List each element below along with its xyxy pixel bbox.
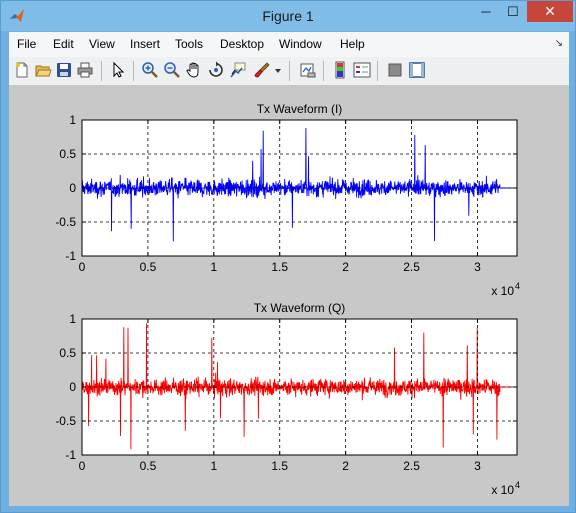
axes-i: 0 0.5 1 1.5 2 2.5 3 1 0.5 0 -0.5 -1 Tx Waveform (I) x… xyxy=(55,102,520,298)
pan-icon[interactable] xyxy=(185,61,203,79)
x-tick-label: 0.5 xyxy=(140,260,157,274)
x-exponent-label: x 10 xyxy=(491,284,514,298)
figure-toolbar xyxy=(9,57,569,86)
save-icon[interactable] xyxy=(55,61,73,79)
link-plot-icon[interactable] xyxy=(299,61,317,79)
x-tick-label: 2 xyxy=(342,260,349,274)
x-tick-label: 2.5 xyxy=(403,260,420,274)
y-tick-label: 1 xyxy=(69,312,76,326)
x-tick-label: 1.5 xyxy=(271,459,288,473)
x-tick-label: 0.5 xyxy=(140,459,157,473)
menu-insert[interactable]: Insert xyxy=(130,37,160,51)
close-button[interactable]: ✕ xyxy=(527,1,573,22)
x-exponent-superscript: 4 xyxy=(515,480,520,490)
show-plot-tools-icon[interactable] xyxy=(408,61,426,79)
menu-window[interactable]: Window xyxy=(279,37,322,51)
rotate-3d-icon[interactable] xyxy=(207,61,225,79)
menu-edit[interactable]: Edit xyxy=(53,37,74,51)
x-exponent-superscript: 4 xyxy=(515,281,520,291)
menu-view[interactable]: View xyxy=(89,37,115,51)
open-icon[interactable] xyxy=(34,61,52,79)
brush-icon[interactable] xyxy=(253,61,271,79)
menu-help[interactable]: Help xyxy=(340,37,365,51)
title-bar[interactable]: Figure 1 ─ ☐ ✕ xyxy=(1,1,575,31)
y-tick-label: 1 xyxy=(69,113,76,127)
insert-colorbar-icon[interactable] xyxy=(331,61,349,79)
plot-canvas: 0 0.5 1 1.5 2 2.5 3 1 0.5 0 -0.5 -1 Tx Waveform (I) x… xyxy=(55,102,520,497)
axes-title: Tx Waveform (Q) xyxy=(254,301,346,315)
y-tick-label: 0.5 xyxy=(59,147,76,161)
toolbar-separator xyxy=(289,61,290,81)
x-tick-label: 2 xyxy=(342,459,349,473)
print-icon[interactable] xyxy=(76,61,94,79)
zoom-out-icon[interactable] xyxy=(163,61,181,79)
maximize-button[interactable]: ☐ xyxy=(500,1,526,22)
y-tick-label: -1 xyxy=(65,249,76,263)
x-exponent-label: x 10 xyxy=(491,483,514,497)
y-tick-label: -1 xyxy=(65,448,76,462)
zoom-in-icon[interactable] xyxy=(141,61,159,79)
axes-title: Tx Waveform (I) xyxy=(257,102,343,116)
x-tick-label: 3 xyxy=(474,260,481,274)
minimize-button[interactable]: ─ xyxy=(473,1,499,22)
menu-file[interactable]: File xyxy=(17,37,36,51)
y-tick-label: -0.5 xyxy=(55,414,76,428)
menu-desktop[interactable]: Desktop xyxy=(220,37,264,51)
toolbar-separator xyxy=(323,61,324,81)
y-tick-label: 0.5 xyxy=(59,346,76,360)
x-tick-label: 0 xyxy=(79,260,86,274)
brush-dropdown-icon[interactable] xyxy=(273,61,283,79)
x-tick-label: 1.5 xyxy=(271,260,288,274)
x-tick-label: 2.5 xyxy=(403,459,420,473)
menu-bar: File Edit View Insert Tools Desktop Wind… xyxy=(9,32,569,57)
hide-plot-tools-icon[interactable] xyxy=(386,61,404,79)
x-tick-label: 1 xyxy=(210,459,217,473)
insert-legend-icon[interactable] xyxy=(353,61,371,79)
data-cursor-icon[interactable] xyxy=(229,61,247,79)
x-tick-label: 1 xyxy=(210,260,217,274)
x-tick-label: 0 xyxy=(79,459,86,473)
x-tick-label: 3 xyxy=(474,459,481,473)
new-figure-icon[interactable] xyxy=(13,61,31,79)
figure-window: Figure 1 ─ ☐ ✕ File Edit View Insert Too… xyxy=(0,0,576,513)
toolbar-separator xyxy=(377,61,378,81)
menu-tools[interactable]: Tools xyxy=(175,37,203,51)
y-tick-label: -0.5 xyxy=(55,215,76,229)
figure-canvas[interactable]: 0 0.5 1 1.5 2 2.5 3 1 0.5 0 -0.5 -1 Tx Waveform (I) x… xyxy=(9,86,569,506)
toolbar-separator xyxy=(133,61,134,81)
y-tick-label: 0 xyxy=(69,181,76,195)
pointer-icon[interactable] xyxy=(109,61,127,79)
y-tick-label: 0 xyxy=(69,380,76,394)
toolbar-separator xyxy=(101,61,102,81)
menu-dock-arrow-icon[interactable]: ↘ xyxy=(555,38,563,49)
axes-q: 0 0.5 1 1.5 2 2.5 3 1 0.5 0 -0.5 -1 Tx Waveform (Q) x… xyxy=(55,301,520,497)
